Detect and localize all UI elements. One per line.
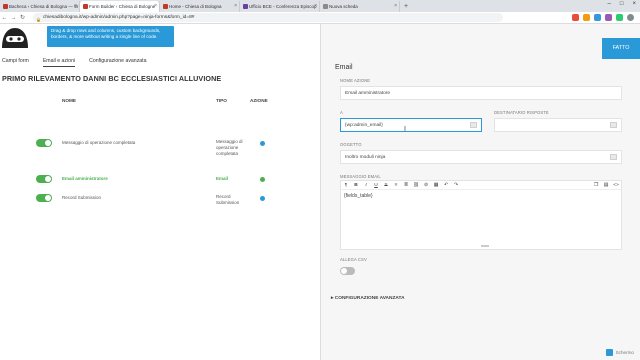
enable-toggle[interactable] (36, 194, 52, 202)
reply-to-label: DESTINATARIO RISPOSTE (494, 110, 549, 115)
browser-tab[interactable]: Nuova scheda × (320, 1, 400, 12)
merge-tags-icon[interactable] (470, 122, 477, 128)
action-name: Record Submission (62, 195, 102, 200)
new-tab-icon[interactable]: + (400, 1, 408, 12)
link-icon[interactable]: ⛓ (411, 183, 421, 188)
tab-campi-form[interactable]: Campi form (2, 58, 29, 67)
subject-label: OGGETTO (340, 142, 362, 147)
email-message-editor[interactable]: ¶ B I U S ≡ ≣ ⛓ ⊘ ▦ ↶ ↷ ❐ ▤ <> {fields_t… (340, 180, 622, 250)
underline-icon[interactable]: U (371, 183, 381, 188)
action-type: Email (216, 176, 229, 181)
advanced-settings-toggle[interactable]: ▸ CONFIGURAZIONE AVANZATA (331, 296, 405, 301)
builder-tabs: Campi form Email e azioni Configurazione… (2, 58, 147, 67)
browser-tab[interactable]: Ufficio BCE - Conferenza Episcop × (240, 1, 320, 12)
favicon-icon (243, 4, 248, 9)
bullet-list-icon[interactable]: ≡ (391, 183, 401, 188)
favicon-icon (83, 4, 88, 9)
close-tab-icon[interactable]: × (314, 1, 317, 12)
undo-icon[interactable]: ↶ (441, 183, 451, 188)
reload-icon[interactable]: ↻ (18, 14, 27, 21)
back-icon[interactable]: ← (0, 15, 9, 21)
forward-icon[interactable]: → (9, 15, 18, 21)
address-bar-row: ← → ↻ 🔒 chiesadibologna.it/wp-admin/admin… (0, 12, 640, 24)
code-view-icon[interactable]: <> (611, 183, 621, 188)
settings-icon[interactable] (260, 196, 265, 201)
favicon-icon (323, 4, 328, 9)
paragraph-icon[interactable]: ¶ (341, 183, 351, 188)
column-header-type: TIPO (216, 98, 227, 103)
extension-icon[interactable] (616, 14, 623, 21)
column-header-name: NOME (62, 98, 77, 103)
attach-csv-toggle[interactable] (340, 267, 355, 275)
profile-avatar[interactable] (627, 14, 634, 21)
promo-banner[interactable]: Drag & drop rows and columns, custom bac… (47, 26, 174, 47)
action-name: Email amministratore (62, 176, 108, 181)
enable-toggle[interactable] (36, 139, 52, 147)
action-name-label: NOME AZIONE (340, 78, 371, 83)
maximize-icon[interactable]: □ (620, 1, 624, 7)
done-button[interactable]: FATTO (602, 38, 640, 59)
numbered-list-icon[interactable]: ≣ (401, 183, 411, 188)
close-tab-icon[interactable]: × (394, 1, 397, 12)
ninja-logo-icon (2, 28, 28, 48)
to-label: A (340, 110, 343, 115)
editor-toolbar: ¶ B I U S ≡ ≣ ⛓ ⊘ ▦ ↶ ↷ ❐ ▤ <> (341, 181, 621, 190)
extension-icon[interactable] (572, 14, 579, 21)
close-tab-icon[interactable]: × (154, 1, 157, 12)
favicon-icon (163, 4, 168, 9)
browser-tab-bar: Bacheca ‹ Chiesa di Bologna — W × Form Bu… (0, 0, 640, 12)
redo-icon[interactable]: ↷ (451, 183, 461, 188)
merge-tags-icon[interactable] (610, 122, 617, 128)
extension-icon[interactable] (583, 14, 590, 21)
browser-tab[interactable]: Bacheca ‹ Chiesa di Bologna — W × (0, 1, 80, 12)
extension-icons (572, 14, 634, 21)
form-title: PRIMO RILEVAMENTO DANNI BC ECCLESIASTICI… (2, 74, 222, 83)
close-window-icon[interactable]: × (632, 1, 636, 7)
browser-tab-active[interactable]: Form Builder ‹ Chiesa di Bologne × (80, 1, 160, 12)
column-header-action: AZIONE (250, 98, 268, 103)
tab-email-azioni[interactable]: Email e azioni (42, 58, 76, 67)
merge-tags-icon[interactable]: ▤ (601, 183, 611, 188)
italic-icon[interactable]: I (361, 183, 371, 188)
close-tab-icon[interactable]: × (74, 1, 77, 12)
resize-handle[interactable] (481, 245, 489, 247)
settings-icon[interactable] (260, 177, 265, 182)
csv-label: ALLEGA CSV (340, 257, 367, 262)
action-type: Record Submission (216, 194, 240, 205)
minimize-icon[interactable]: – (608, 1, 611, 7)
action-settings-panel: FATTO Email NOME AZIONE Email amministra… (321, 24, 640, 360)
lock-icon: 🔒 (36, 17, 41, 22)
url-field[interactable]: 🔒 chiesadibologna.it/wp-admin/admin.php?p… (33, 13, 503, 22)
recorder-icon (605, 349, 613, 356)
browser-tab[interactable]: Home - Chiesa di Bologna × (160, 1, 240, 12)
table-icon[interactable]: ▦ (431, 183, 441, 188)
extension-icon[interactable] (605, 14, 612, 21)
enable-toggle[interactable] (36, 175, 52, 183)
actions-pane: Drag & drop rows and columns, custom bac… (0, 24, 321, 360)
action-type: Messaggio di operazione completata (216, 139, 243, 156)
action-name-field[interactable]: Email amministratore (340, 86, 622, 100)
text-cursor-icon: I (404, 126, 406, 133)
message-label: MESSAGGIO EMAIL (340, 174, 381, 179)
reply-to-field[interactable] (494, 118, 622, 132)
strikethrough-icon[interactable]: S (381, 183, 391, 188)
close-tab-icon[interactable]: × (234, 1, 237, 12)
screen-recorder-indicator[interactable]: Schermo (605, 349, 634, 356)
favicon-icon (3, 4, 8, 9)
to-field[interactable]: {wp:admin_email} (340, 118, 482, 132)
copy-icon[interactable]: ❐ (591, 183, 601, 188)
unlink-icon[interactable]: ⊘ (421, 183, 431, 188)
action-name: Messaggio di operazione completata (62, 140, 136, 145)
merge-tags-icon[interactable] (610, 154, 617, 160)
window-controls: – □ × (608, 1, 636, 7)
bold-icon[interactable]: B (351, 183, 361, 188)
editor-content[interactable]: {fields_table} (341, 190, 621, 202)
subject-field[interactable]: Inoltro moduli ninja (340, 150, 622, 164)
form-builder: Drag & drop rows and columns, custom bac… (0, 24, 640, 360)
settings-icon[interactable] (260, 141, 265, 146)
panel-title: Email (335, 64, 353, 71)
tab-configurazione-avanzata[interactable]: Configurazione avanzata (89, 58, 146, 67)
extension-icon[interactable] (594, 14, 601, 21)
